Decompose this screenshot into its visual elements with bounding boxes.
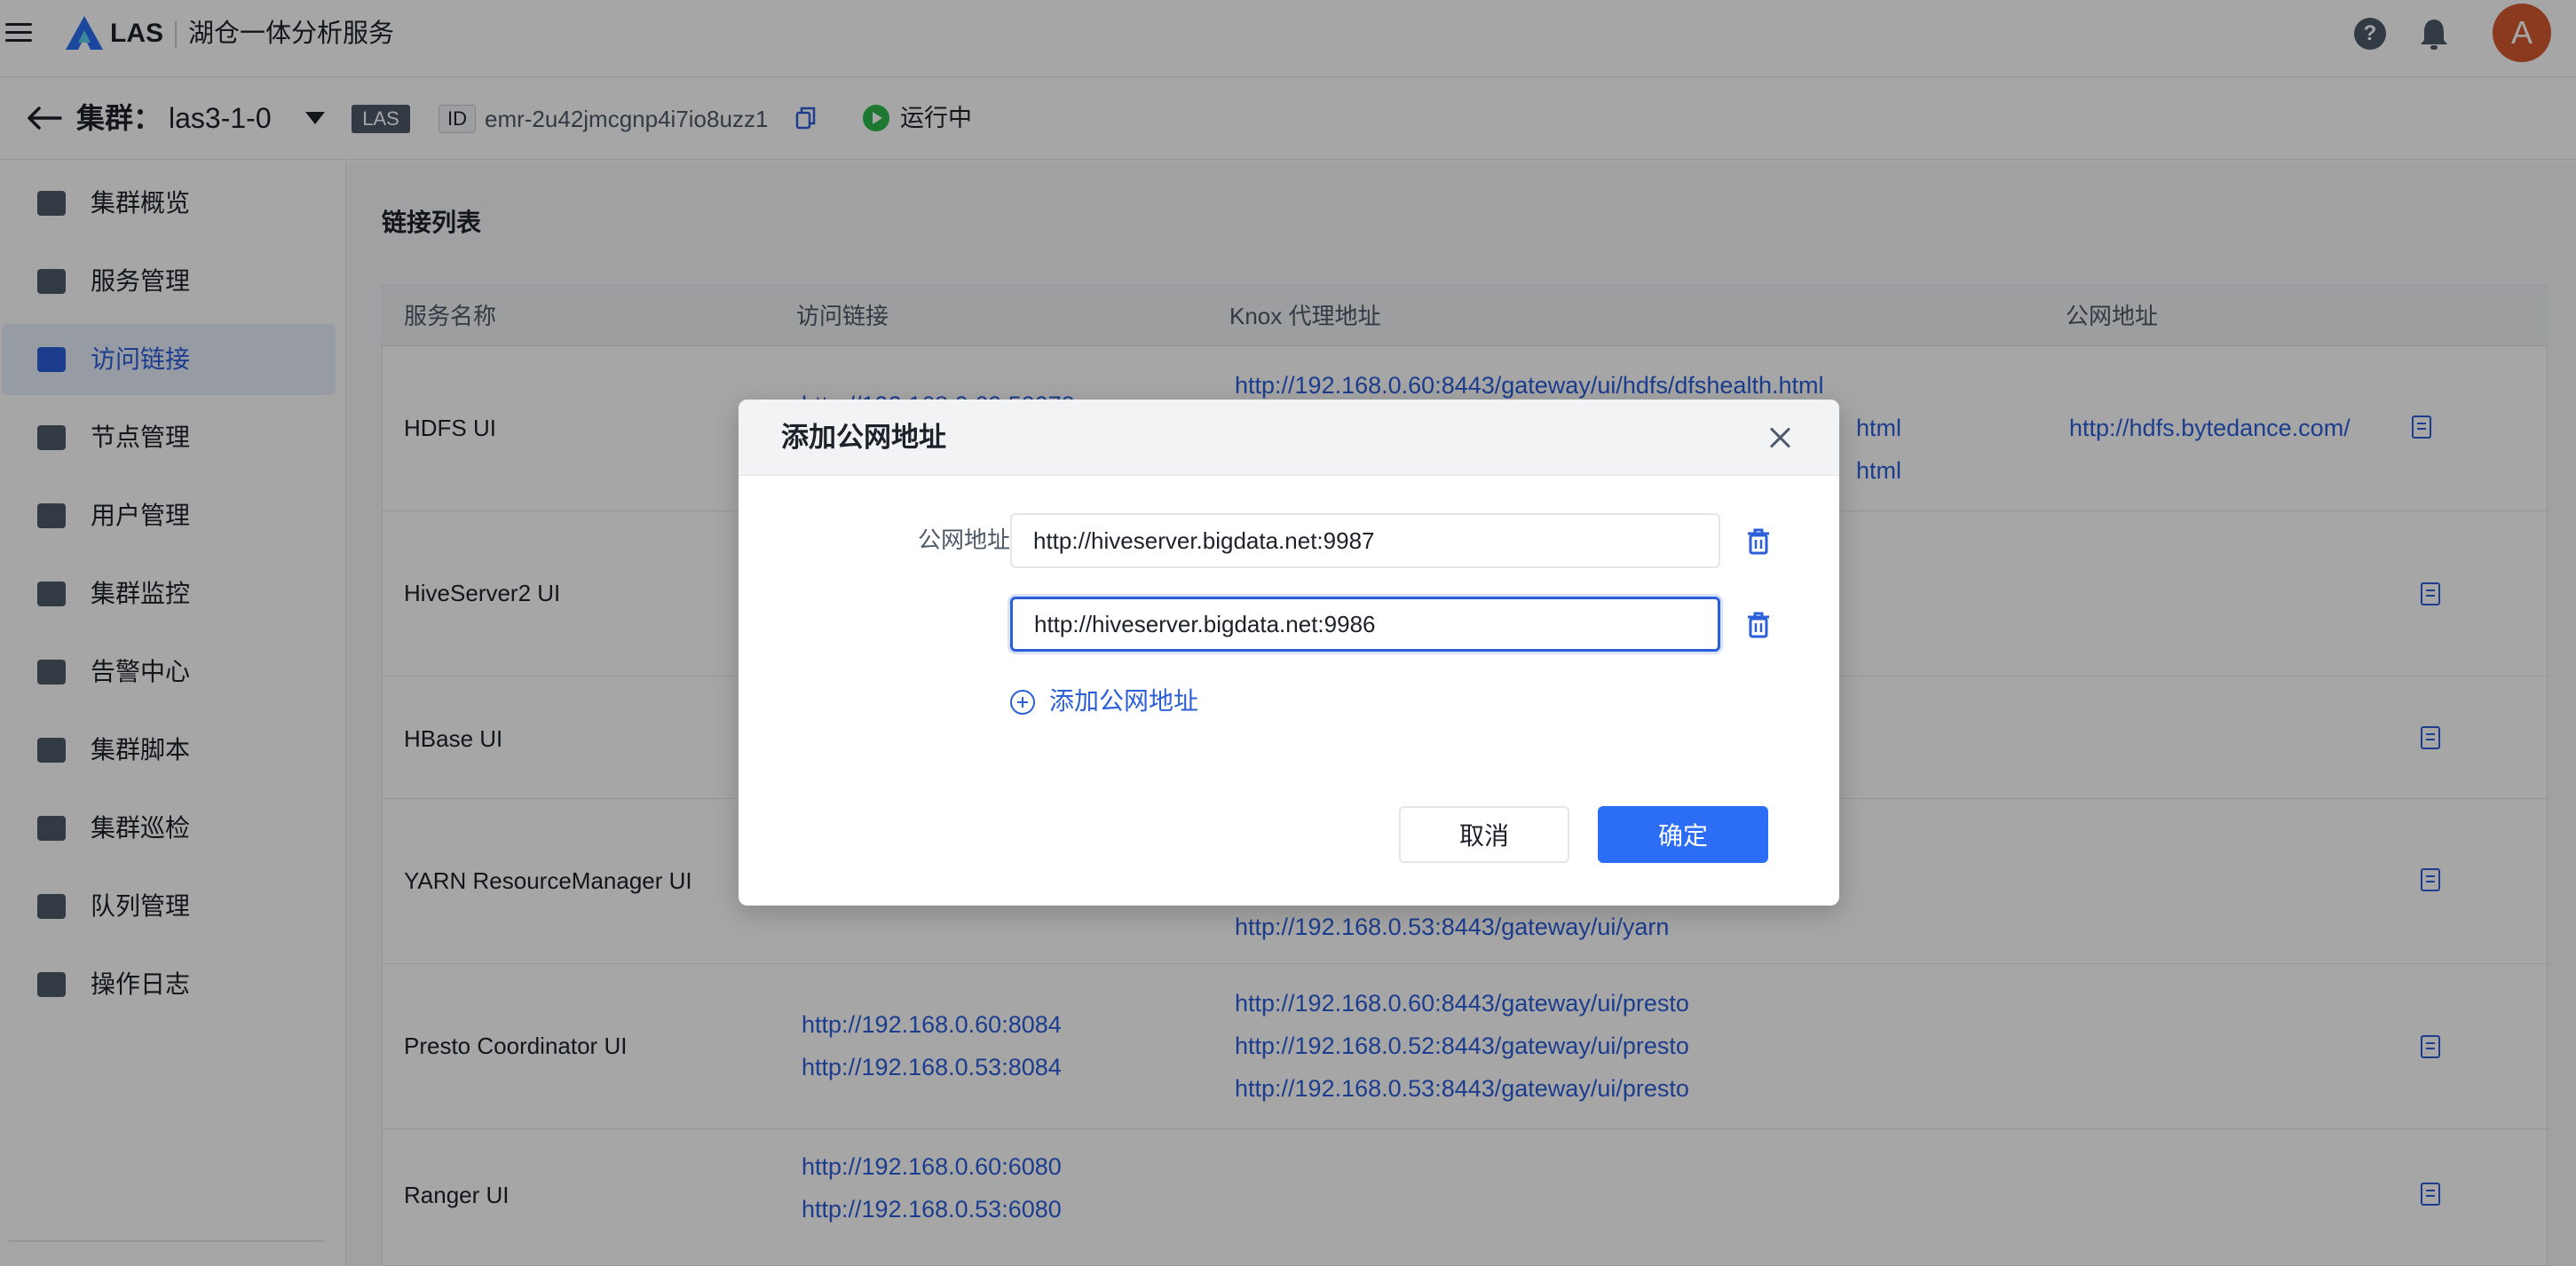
close-icon[interactable] — [1765, 423, 1795, 453]
plus-circle-icon — [1010, 690, 1035, 715]
cancel-button[interactable]: 取消 — [1399, 806, 1569, 863]
add-public-address-dialog: 添加公网地址 公网地址 添加公网地址 取消 确定 — [739, 400, 1839, 906]
confirm-button[interactable]: 确定 — [1598, 806, 1768, 863]
trash-icon[interactable] — [1745, 611, 1772, 639]
public-address-label: 公网地址 — [917, 526, 1010, 553]
public-address-input-2[interactable] — [1010, 597, 1720, 652]
add-public-address-label: 添加公网地址 — [1049, 687, 1199, 715]
dialog-title: 添加公网地址 — [781, 422, 946, 453]
public-address-input-1[interactable] — [1010, 513, 1720, 568]
trash-icon[interactable] — [1745, 527, 1772, 556]
dialog-header: 添加公网地址 — [739, 400, 1839, 476]
